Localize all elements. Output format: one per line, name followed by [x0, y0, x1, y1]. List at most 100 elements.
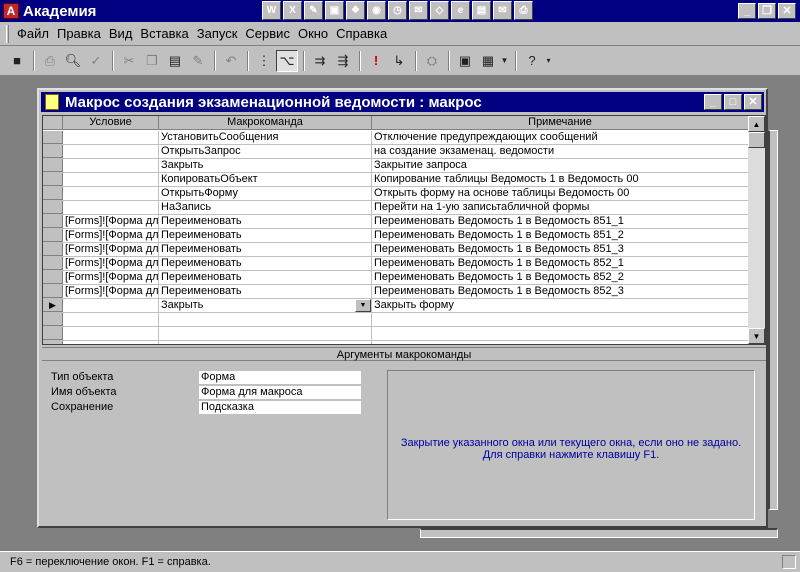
office-shortcut-icon[interactable]: X: [283, 1, 302, 20]
note-cell[interactable]: Закрыть форму: [372, 299, 749, 312]
menu-view[interactable]: Вид: [105, 26, 137, 41]
column-header-action[interactable]: Макрокоманда: [159, 116, 372, 129]
condition-cell[interactable]: [Forms]![Форма дл: [63, 271, 159, 284]
single-step-icon[interactable]: ↳: [388, 50, 410, 72]
condition-cell[interactable]: [63, 145, 159, 158]
macro-names-icon[interactable]: ⋮: [253, 50, 275, 72]
office-shortcut-icon[interactable]: e: [451, 1, 470, 20]
note-cell[interactable]: Перейти на 1-ую записьтабличной формы: [372, 201, 749, 214]
row-selector[interactable]: [43, 201, 63, 214]
column-header-condition[interactable]: Условие: [63, 116, 159, 129]
condition-cell[interactable]: [63, 327, 159, 340]
note-cell[interactable]: Отключение предупреждающих сообщений: [372, 131, 749, 144]
office-shortcut-icon[interactable]: ◉: [367, 1, 386, 20]
header-selector[interactable]: [43, 116, 63, 129]
note-cell[interactable]: Открыть форму на основе таблицы Ведомост…: [372, 187, 749, 200]
spelling-icon[interactable]: ✓: [85, 50, 107, 72]
office-shortcut-icon[interactable]: ❖: [346, 1, 365, 20]
scroll-up-icon[interactable]: ▲: [748, 116, 765, 132]
macro-row[interactable]: [Forms]![Форма дл Переименовать Переименов…: [43, 243, 749, 257]
menubar-grip[interactable]: [6, 24, 9, 43]
note-cell[interactable]: [372, 313, 749, 326]
cut-icon[interactable]: ✂: [118, 50, 140, 72]
condition-cell[interactable]: [Forms]![Форма дл: [63, 229, 159, 242]
condition-cell[interactable]: [Forms]![Форма дл: [63, 215, 159, 228]
macro-icon[interactable]: [45, 94, 59, 110]
current-row-indicator-icon[interactable]: ▶: [43, 299, 63, 312]
row-selector[interactable]: [43, 187, 63, 200]
action-cell[interactable]: ОткрытьФорму: [159, 187, 372, 200]
macro-minimize-button[interactable]: _: [704, 94, 722, 110]
macro-row[interactable]: [43, 313, 749, 327]
office-shortcut-icon[interactable]: W: [262, 1, 281, 20]
condition-cell[interactable]: [63, 299, 159, 312]
office-shortcut-icon[interactable]: ▤: [472, 1, 491, 20]
macro-row[interactable]: [Forms]![Форма дл Переименовать Переименов…: [43, 271, 749, 285]
office-shortcut-icon[interactable]: ✎: [304, 1, 323, 20]
note-cell[interactable]: Копирование таблицы Ведомость 1 в Ведомо…: [372, 173, 749, 186]
note-cell[interactable]: Переименовать Ведомость 1 в Ведомость 85…: [372, 243, 749, 256]
column-header-note[interactable]: Примечание: [372, 116, 749, 129]
macro-row[interactable]: [Forms]![Форма дл Переименовать Переименов…: [43, 285, 749, 299]
action-cell[interactable]: [159, 341, 372, 344]
note-cell[interactable]: Переименовать Ведомость 1 в Ведомость 85…: [372, 257, 749, 270]
office-shortcut-icon[interactable]: ◇: [430, 1, 449, 20]
action-cell[interactable]: Переименовать: [159, 215, 372, 228]
condition-cell[interactable]: [63, 131, 159, 144]
note-cell[interactable]: на создание экзаменац. ведомости: [372, 145, 749, 158]
new-object-icon[interactable]: ▦: [477, 50, 499, 72]
note-cell[interactable]: Переименовать Ведомость 1 в Ведомость 85…: [372, 215, 749, 228]
menu-help[interactable]: Справка: [332, 26, 391, 41]
row-selector[interactable]: [43, 271, 63, 284]
condition-cell[interactable]: [63, 173, 159, 186]
app-close-button[interactable]: ✕: [778, 3, 796, 19]
scroll-thumb[interactable]: [748, 132, 765, 148]
macro-row[interactable]: КопироватьОбъект Копирование таблицы Ведо…: [43, 173, 749, 187]
macro-row[interactable]: УстановитьСообщения Отключение предупрежд…: [43, 131, 749, 145]
macro-maximize-button[interactable]: □: [724, 94, 742, 110]
macro-row[interactable]: [43, 341, 749, 344]
row-selector[interactable]: [43, 327, 63, 340]
note-cell[interactable]: [372, 341, 749, 344]
office-shortcut-icon[interactable]: ◷: [388, 1, 407, 20]
action-cell[interactable]: НаЗапись: [159, 201, 372, 214]
conditions-icon[interactable]: ⌥: [276, 49, 298, 72]
action-cell[interactable]: [159, 327, 372, 340]
office-shortcut-icon[interactable]: ✉: [493, 1, 512, 20]
row-selector[interactable]: [43, 257, 63, 270]
row-selector[interactable]: [43, 145, 63, 158]
action-cell[interactable]: Переименовать: [159, 229, 372, 242]
macro-window-title-bar[interactable]: Макрос создания экзаменационной ведомост…: [41, 92, 764, 112]
row-selector[interactable]: [43, 285, 63, 298]
condition-cell[interactable]: [Forms]![Форма дл: [63, 257, 159, 270]
toolbar-options-icon[interactable]: ▾: [544, 50, 553, 72]
condition-cell[interactable]: [63, 159, 159, 172]
undo-icon[interactable]: ↶: [220, 50, 242, 72]
office-shortcut-icon[interactable]: ⎙: [514, 1, 533, 20]
delete-rows-icon[interactable]: ⇶: [332, 50, 354, 72]
scroll-down-icon[interactable]: ▼: [748, 328, 765, 344]
menu-insert[interactable]: Вставка: [136, 26, 192, 41]
office-assistant-icon[interactable]: ?: [521, 50, 543, 72]
office-shortcut-icon[interactable]: ✉: [409, 1, 428, 20]
print-preview-icon[interactable]: 🔍︎: [62, 50, 84, 72]
action-cell[interactable]: [159, 313, 372, 326]
run-icon[interactable]: !: [365, 50, 387, 72]
macro-row[interactable]: [Forms]![Форма дл Переименовать Переименов…: [43, 229, 749, 243]
insert-rows-icon[interactable]: ⇉: [309, 50, 331, 72]
macro-close-button[interactable]: ✕: [744, 94, 762, 110]
note-cell[interactable]: Переименовать Ведомость 1 в Ведомость 85…: [372, 285, 749, 298]
app-restore-button[interactable]: ❐: [758, 3, 776, 19]
app-minimize-button[interactable]: _: [738, 3, 756, 19]
macro-row[interactable]: ОткрытьФорму Открыть форму на основе табл…: [43, 187, 749, 201]
note-cell[interactable]: Переименовать Ведомость 1 в Ведомость 85…: [372, 229, 749, 242]
app-title-bar[interactable]: A Академия W X ✎ ▣ ❖ ◉ ◷ ✉ ◇ e ▤ ✉ ⎙ _ ❐ ✕: [0, 0, 800, 22]
grid-vertical-scrollbar[interactable]: ▲ ▼: [748, 116, 765, 344]
action-cell[interactable]: Закрыть ▼: [159, 299, 372, 312]
save-field[interactable]: Подсказка: [199, 400, 361, 414]
macro-row[interactable]: [Forms]![Форма дл Переименовать Переименов…: [43, 257, 749, 271]
menu-edit[interactable]: Правка: [53, 26, 105, 41]
menu-file[interactable]: Файл: [13, 26, 53, 41]
condition-cell[interactable]: [63, 187, 159, 200]
paste-icon[interactable]: ▤: [164, 50, 186, 72]
